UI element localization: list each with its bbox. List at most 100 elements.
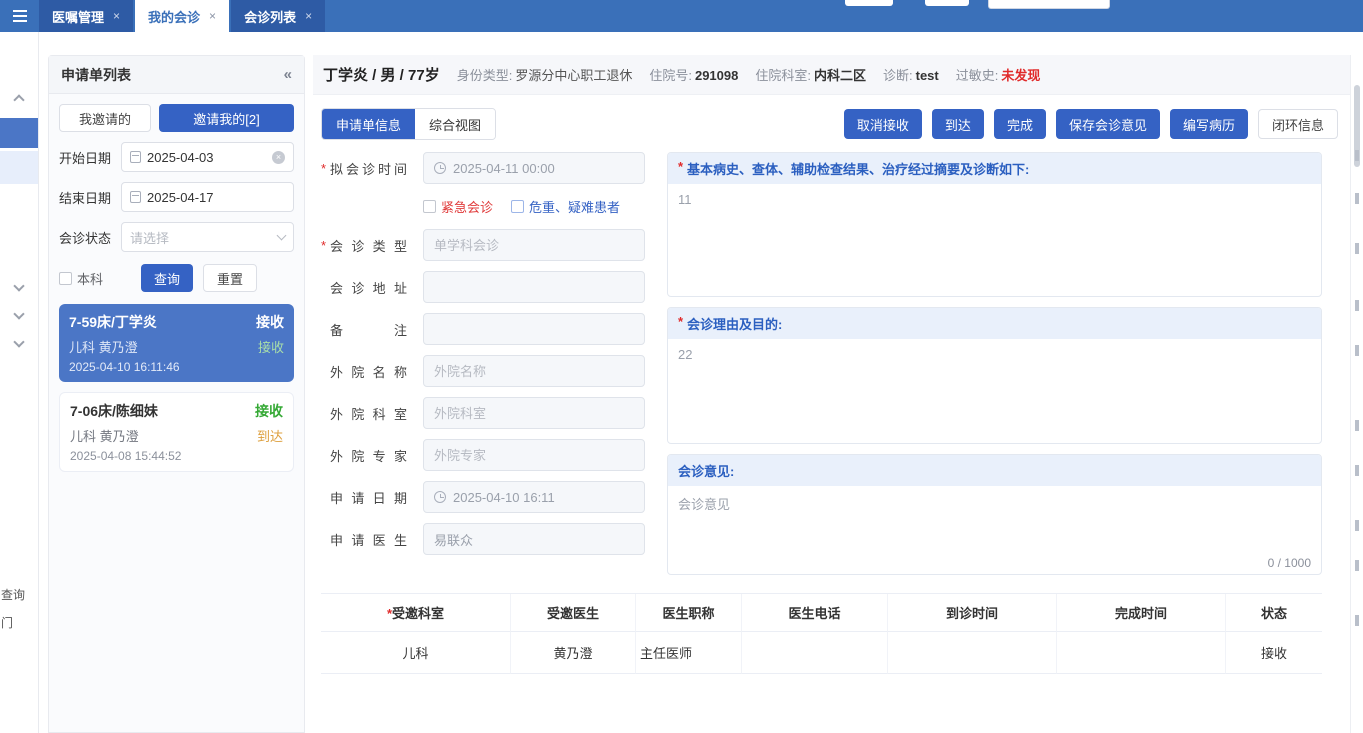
planned-time-value[interactable] [453, 160, 634, 176]
external-expert-input[interactable] [423, 439, 645, 471]
start-date-input[interactable]: 2025-04-03 [121, 142, 294, 172]
patient-info-bar: 丁学炎 / 男 / 77岁 身份类型: 罗源分中心职工退休 住院号: 291098 … [313, 55, 1350, 95]
status-select[interactable]: 请选择 [121, 222, 294, 252]
chevron-down-icon[interactable] [13, 308, 25, 320]
reason-textarea[interactable]: 22 [668, 339, 1321, 443]
clipped-top-button [925, 0, 969, 6]
clipped-content [1355, 465, 1359, 476]
apply-doctor-input[interactable] [423, 523, 645, 555]
critical-checkbox[interactable]: 危重、疑难患者 [511, 197, 620, 216]
external-hospital-input[interactable] [423, 355, 645, 387]
field-value: 291098 [694, 68, 739, 83]
patient-ward: 住院科室: 内科二区 [755, 65, 866, 84]
card-dept-doctor: 儿科 黄乃澄 [70, 429, 139, 444]
status-label: 会诊状态 [59, 230, 112, 246]
consultation-card-selected[interactable]: 7-59床/丁学炎 接收 儿科 黄乃澄 接收 2025-04-10 16:11:… [59, 304, 294, 382]
table-row[interactable]: 儿科 黄乃澄 主任医师 接收 [321, 632, 1322, 674]
reason-title: 会诊理由及目的: [687, 317, 783, 332]
tab-label: 医嘱管理 [52, 9, 105, 25]
status-placeholder: 请选择 [130, 230, 170, 246]
reset-button[interactable]: 重置 [203, 264, 258, 292]
remark-value[interactable] [434, 321, 634, 337]
collapse-panel-icon[interactable]: « [284, 66, 292, 83]
chevron-down-icon[interactable] [13, 336, 25, 348]
apply-doctor-value[interactable] [434, 531, 634, 547]
consult-address-input[interactable] [423, 271, 645, 303]
menu-toggle-icon[interactable] [0, 0, 39, 32]
start-date-value: 2025-04-03 [147, 149, 214, 165]
urgent-label: 紧急会诊 [441, 200, 494, 215]
rail-highlight-item[interactable] [0, 151, 38, 184]
loop-info-button[interactable]: 闭环信息 [1257, 109, 1338, 139]
tab-overview[interactable]: 综合视图 [415, 109, 496, 139]
col-finish-time: 完成时间 [1057, 594, 1226, 632]
field-value: 未发现 [1001, 68, 1041, 83]
tab-consultation-list[interactable]: 会诊列表 × [231, 0, 326, 32]
local-dept-checkbox[interactable]: 本科 [59, 269, 103, 288]
chevron-down-icon[interactable] [13, 280, 25, 292]
apply-date-input[interactable] [423, 481, 645, 513]
urgent-checkbox[interactable]: 紧急会诊 [423, 197, 493, 216]
cancel-receive-button[interactable]: 取消接收 [843, 109, 922, 139]
tab-apply-info[interactable]: 申请单信息 [322, 109, 416, 139]
remark-input[interactable] [423, 313, 645, 345]
field-label: 诊断: [883, 68, 913, 83]
tab-invite-me[interactable]: 邀请我的[2] [159, 104, 294, 132]
finish-button[interactable]: 完成 [993, 109, 1046, 139]
external-dept-value[interactable] [434, 405, 634, 421]
arrive-button[interactable]: 到达 [931, 109, 984, 139]
tab-order-management[interactable]: 医嘱管理 × [39, 0, 134, 32]
left-icon-rail: 查询 门 [0, 32, 39, 733]
close-icon[interactable]: × [209, 9, 216, 23]
opinion-textarea[interactable]: 会诊意见 0 / 1000 [668, 486, 1321, 574]
cell-title: 主任医师 [636, 632, 742, 674]
planned-time-input[interactable] [423, 152, 645, 184]
field-label: 会诊地址 [330, 280, 407, 296]
external-dept-input[interactable] [423, 397, 645, 429]
history-textarea[interactable]: 11 [668, 184, 1321, 296]
reason-section: * 会诊理由及目的: 22 [667, 307, 1322, 444]
field-label: 住院号: [649, 68, 692, 83]
tab-label: 我的会诊 [148, 9, 201, 25]
tab-my-consultation[interactable]: 我的会诊 × [135, 0, 230, 32]
end-date-input[interactable]: 2025-04-17 [121, 182, 294, 212]
external-expert-value[interactable] [434, 447, 634, 463]
clipped-content [1355, 420, 1359, 431]
invite-tabs: 我邀请的 邀请我的[2] [59, 104, 294, 132]
top-bar: 医嘱管理 × 我的会诊 × 会诊列表 × [0, 0, 1363, 32]
card-sub-status: 接收 [257, 340, 284, 355]
close-icon[interactable]: × [113, 9, 120, 23]
field-value: 罗源分中心职工退休 [515, 68, 633, 83]
checkbox-icon [423, 200, 436, 213]
checkbox-icon [511, 200, 525, 213]
save-opinion-button[interactable]: 保存会诊意见 [1055, 109, 1160, 139]
col-doctor-title: 医生职称 [636, 594, 742, 632]
cell-arrive-time [888, 632, 1057, 674]
col-arrive-time: 到诊时间 [888, 594, 1057, 632]
rail-active-item[interactable] [0, 118, 38, 148]
cell-finish-time [1057, 632, 1226, 674]
field-label: 备注 [330, 322, 407, 338]
clear-icon[interactable] [272, 150, 285, 164]
toolbar: 申请单信息 综合视图 取消接收 到达 完成 保存会诊意见 编写病历 闭环信息 [321, 108, 1338, 140]
clipped-content [1355, 520, 1359, 531]
consultation-card[interactable]: 7-06床/陈细妹 接收 儿科 黄乃澄 到达 2025-04-08 15:44:… [59, 392, 294, 472]
history-section: * 基本病史、查体、辅助检查结果、治疗经过摘要及诊断如下: 11 [667, 152, 1322, 297]
write-record-button[interactable]: 编写病历 [1169, 109, 1248, 139]
search-button[interactable]: 查询 [141, 264, 194, 292]
tab-invited-by-me[interactable]: 我邀请的 [59, 104, 151, 132]
close-icon[interactable]: × [305, 9, 312, 23]
invited-doctors-table: *受邀科室 受邀医生 医生职称 医生电话 到诊时间 完成时间 状态 儿科 黄乃澄… [321, 593, 1322, 674]
clipped-top-input [988, 0, 1110, 9]
field-label: 申请医生 [330, 532, 407, 548]
consult-type-input[interactable] [423, 229, 645, 261]
external-hospital-value[interactable] [434, 363, 634, 379]
consult-type-value[interactable] [434, 237, 634, 253]
consult-address-value[interactable] [434, 279, 634, 295]
card-status-badge: 接收 [256, 314, 284, 330]
table-header-row: *受邀科室 受邀医生 医生职称 医生电话 到诊时间 完成时间 状态 [321, 594, 1322, 632]
chevron-up-icon[interactable] [13, 94, 25, 106]
field-label: 拟会诊时间 [330, 161, 407, 177]
critical-label: 危重、疑难患者 [529, 200, 621, 215]
apply-date-value[interactable] [453, 489, 634, 505]
